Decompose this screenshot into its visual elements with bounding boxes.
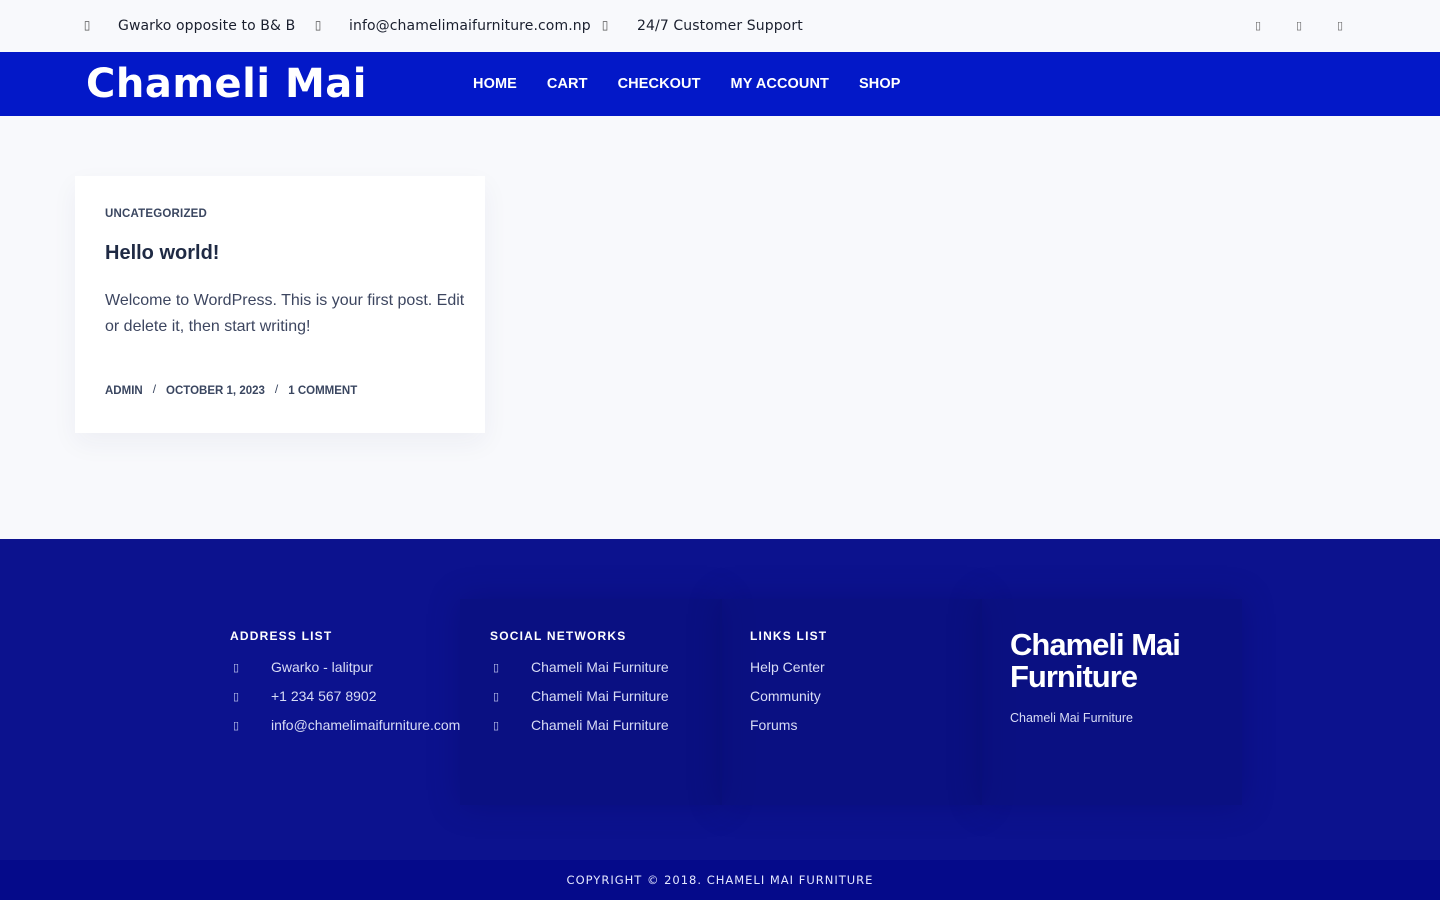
- post-category[interactable]: UNCATEGORIZED: [105, 208, 207, 220]
- nav-cart[interactable]: CART: [547, 76, 588, 92]
- post-author[interactable]: ADMIN: [105, 385, 143, 397]
- nav-my-account[interactable]: MY ACCOUNT: [731, 76, 829, 92]
- post-card: UNCATEGORIZED Hello world! Welcome to Wo…: [75, 176, 485, 433]
- instagram-icon[interactable]: ▯: [1334, 16, 1346, 34]
- links-list-heading: LINKS LIST: [750, 629, 828, 643]
- post-date[interactable]: OCTOBER 1, 2023: [166, 385, 265, 397]
- copyright-bar: COPYRIGHT © 2018. CHAMELI MAI FURNITURE: [0, 860, 1440, 900]
- site-footer: ADDRESS LIST ▯ Gwarko - lalitpur ▯ +1 23…: [0, 539, 1440, 860]
- meta-separator: /: [274, 382, 279, 396]
- social-link-label[interactable]: Chameli Mai Furniture: [531, 688, 669, 704]
- social-link-label[interactable]: Chameli Mai Furniture: [531, 717, 669, 733]
- phone-text: +1 234 567 8902: [271, 688, 377, 704]
- site-header: Chameli Mai HOME CART CHECKOUT MY ACCOUN…: [0, 52, 1440, 116]
- email-text[interactable]: info@chamelimaifurniture.com: [271, 717, 460, 733]
- map-marker-icon: ▯: [232, 661, 240, 674]
- main-nav: HOME CART CHECKOUT MY ACCOUNT SHOP: [473, 52, 931, 116]
- social-link[interactable]: ▯ Chameli Mai Furniture: [490, 686, 669, 706]
- meta-separator: /: [152, 382, 157, 396]
- footer-brand-subtitle: Chameli Mai Furniture: [1010, 711, 1133, 725]
- top-info-bar: ▯ Gwarko opposite to B& B ▯ info@chameli…: [0, 0, 1440, 52]
- instagram-icon: ▯: [492, 719, 500, 732]
- twitter-icon: ▯: [492, 690, 500, 703]
- footer-link-help-center[interactable]: Help Center: [750, 657, 825, 677]
- footer-link-forums[interactable]: Forums: [750, 715, 797, 735]
- social-link[interactable]: ▯ Chameli Mai Furniture: [490, 715, 669, 735]
- address-list-heading: ADDRESS LIST: [230, 629, 333, 643]
- footer-brand-title: Chameli Mai Furniture: [1010, 627, 1181, 694]
- phone-icon: ▯: [232, 690, 240, 703]
- topbar-address: Gwarko opposite to B& B: [118, 18, 296, 34]
- phone-icon: ▯: [601, 18, 609, 32]
- post-excerpt: Welcome to WordPress. This is your first…: [105, 292, 465, 335]
- copyright-text: COPYRIGHT © 2018. CHAMELI MAI FURNITURE: [566, 873, 874, 887]
- social-networks-heading: SOCIAL NETWORKS: [490, 629, 627, 643]
- nav-home[interactable]: HOME: [473, 76, 517, 92]
- site-logo[interactable]: Chameli Mai: [86, 60, 367, 108]
- envelope-icon: ▯: [232, 719, 240, 732]
- nav-checkout[interactable]: CHECKOUT: [618, 76, 701, 92]
- envelope-icon: ▯: [314, 18, 322, 32]
- email-item[interactable]: ▯ info@chamelimaifurniture.com: [230, 715, 460, 735]
- facebook-icon[interactable]: ▯: [1252, 16, 1264, 34]
- twitter-icon[interactable]: ▯: [1293, 16, 1305, 34]
- map-marker-icon: ▯: [83, 18, 91, 32]
- social-link[interactable]: ▯ Chameli Mai Furniture: [490, 657, 669, 677]
- nav-shop[interactable]: SHOP: [859, 76, 901, 92]
- topbar-email-link[interactable]: info@chamelimaifurniture.com.np: [349, 0, 591, 52]
- post-title[interactable]: Hello world!: [105, 242, 219, 265]
- social-link-label[interactable]: Chameli Mai Furniture: [531, 659, 669, 675]
- post-meta: ADMIN / OCTOBER 1, 2023 / 1 COMMENT: [105, 382, 357, 398]
- address-item: ▯ Gwarko - lalitpur: [230, 657, 373, 677]
- topbar-support: 24/7 Customer Support: [637, 18, 803, 34]
- facebook-icon: ▯: [492, 661, 500, 674]
- footer-link-community[interactable]: Community: [750, 686, 821, 706]
- phone-item: ▯ +1 234 567 8902: [230, 686, 377, 706]
- post-comments[interactable]: 1 COMMENT: [288, 385, 357, 397]
- address-text: Gwarko - lalitpur: [271, 659, 373, 675]
